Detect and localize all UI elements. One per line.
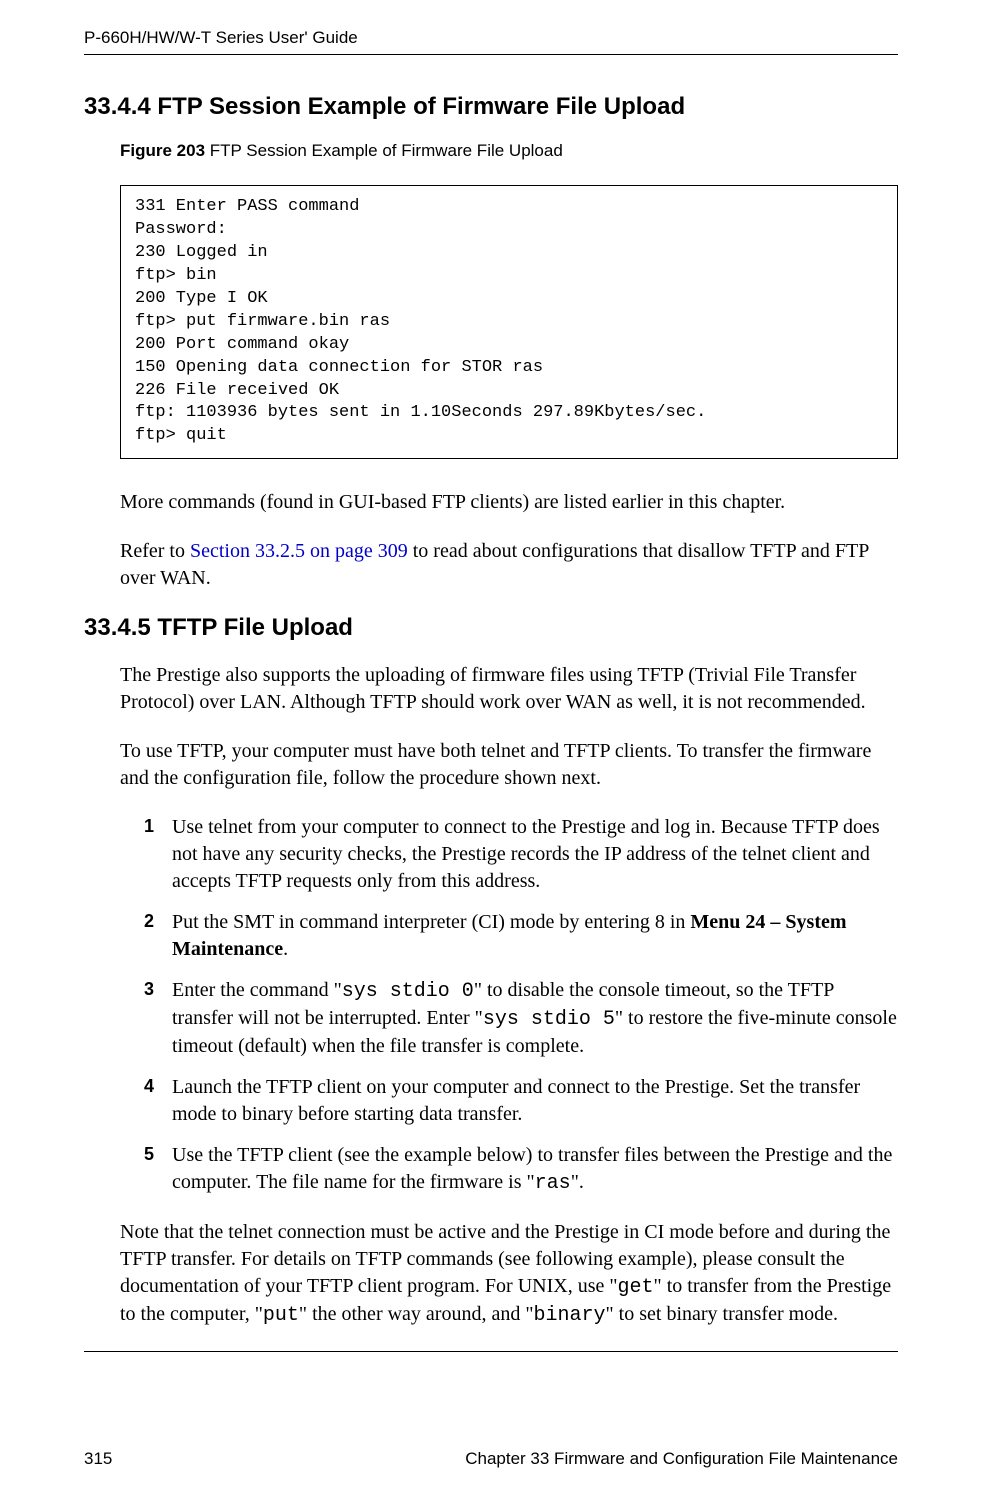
inline-code: sys stdio 5 [483, 1008, 615, 1031]
text-fragment: Use the TFTP client (see the example bel… [172, 1144, 892, 1193]
text-fragment: Enter the command " [172, 979, 342, 1001]
paragraph-note-telnet: Note that the telnet connection must be … [120, 1219, 898, 1329]
step-text: Use the TFTP client (see the example bel… [172, 1142, 898, 1197]
paragraph-tftp-requirements: To use TFTP, your computer must have bot… [120, 738, 898, 792]
section-number: 33.4.5 [84, 614, 157, 641]
paragraph-more-commands: More commands (found in GUI-based FTP cl… [120, 489, 898, 516]
chapter-label: Chapter 33 Firmware and Configuration Fi… [465, 1449, 898, 1469]
text-pre-link: Refer to [120, 540, 190, 562]
paragraph-refer: Refer to Section 33.2.5 on page 309 to r… [120, 538, 898, 592]
inline-code: ras [535, 1172, 571, 1195]
inline-code: binary [534, 1304, 606, 1327]
step-number: 2 [144, 909, 172, 963]
ftp-session-code: 331 Enter PASS command Password: 230 Log… [120, 185, 898, 459]
step-text: Launch the TFTP client on your computer … [172, 1074, 898, 1128]
page-footer: 315 Chapter 33 Firmware and Configuratio… [84, 1449, 898, 1469]
text-fragment: " to set binary transfer mode. [606, 1303, 839, 1325]
step-number: 5 [144, 1142, 172, 1197]
footer-rule [84, 1351, 898, 1352]
inline-code: sys stdio 0 [342, 980, 474, 1003]
section-title: TFTP File Upload [157, 614, 353, 641]
list-item: 1 Use telnet from your computer to conne… [144, 814, 898, 895]
list-item: 4 Launch the TFTP client on your compute… [144, 1074, 898, 1128]
list-item: 3 Enter the command "sys stdio 0" to dis… [144, 977, 898, 1060]
section-heading-33-4-4: 33.4.4 FTP Session Example of Firmware F… [84, 93, 898, 121]
step-number: 3 [144, 977, 172, 1060]
header-rule [84, 54, 898, 55]
text-fragment: . [283, 938, 288, 960]
list-item: 2 Put the SMT in command interpreter (CI… [144, 909, 898, 963]
section-title: FTP Session Example of Firmware File Upl… [157, 93, 685, 120]
figure-label: Figure 203 [120, 141, 210, 160]
section-number: 33.4.4 [84, 93, 157, 120]
figure-caption: Figure 203 FTP Session Example of Firmwa… [120, 141, 898, 161]
text-fragment: " the other way around, and " [299, 1303, 534, 1325]
step-text: Use telnet from your computer to connect… [172, 814, 898, 895]
inline-code: get [618, 1276, 654, 1299]
list-item: 5 Use the TFTP client (see the example b… [144, 1142, 898, 1197]
text-fragment: ". [571, 1171, 584, 1193]
text-fragment: Put the SMT in command interpreter (CI) … [172, 911, 690, 933]
step-number: 4 [144, 1074, 172, 1128]
running-header: P-660H/HW/W-T Series User' Guide [84, 28, 898, 48]
inline-code: put [263, 1304, 299, 1327]
step-number: 1 [144, 814, 172, 895]
steps-list: 1 Use telnet from your computer to conne… [144, 814, 898, 1197]
page-number: 315 [84, 1449, 112, 1469]
step-text: Enter the command "sys stdio 0" to disab… [172, 977, 898, 1060]
section-heading-33-4-5: 33.4.5 TFTP File Upload [84, 614, 898, 642]
step-text: Put the SMT in command interpreter (CI) … [172, 909, 898, 963]
cross-ref-link[interactable]: Section 33.2.5 on page 309 [190, 540, 408, 562]
paragraph-tftp-support: The Prestige also supports the uploading… [120, 662, 898, 716]
figure-title: FTP Session Example of Firmware File Upl… [210, 141, 563, 160]
